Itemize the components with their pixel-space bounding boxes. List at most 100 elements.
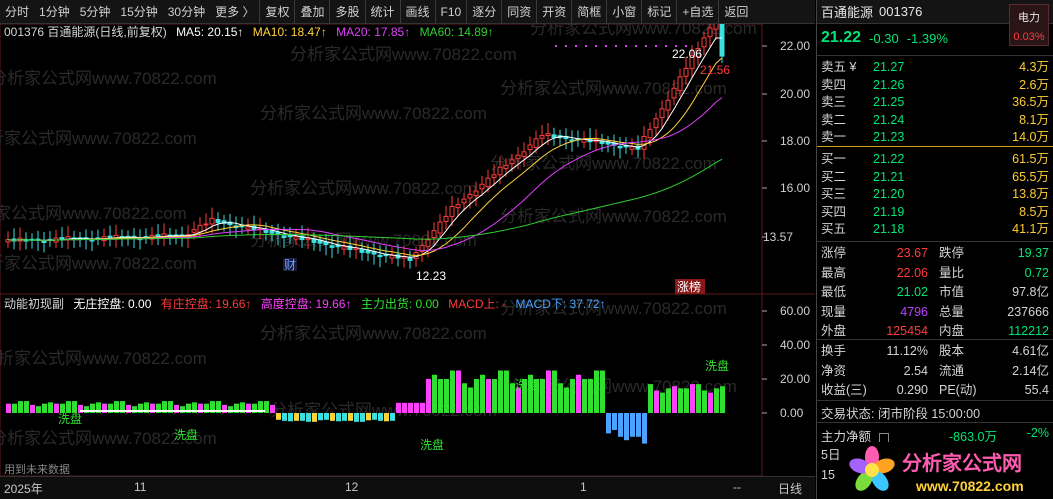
order-book-row[interactable]: 买二 21.21 65.5万 (817, 168, 1053, 186)
candle-body (719, 24, 725, 57)
stat-row: 涨停 23.67 跌停 19.37 (817, 243, 1053, 263)
chart-canvas[interactable]: 分析家公式网www.70822.com 分析家公式网www.70822.com 分析… (0, 24, 815, 476)
order-book-row[interactable]: 买五 21.18 41.1万 (817, 220, 1053, 238)
histogram-bar (36, 406, 41, 413)
candle-body (509, 159, 515, 165)
price-axis-label: 20.00 (780, 87, 810, 101)
histogram-bar (390, 413, 395, 421)
quote-panel: 百通能源 001376 电力 0.03% 21.22 -0.30 -1.39% … (816, 0, 1053, 499)
candle-body (311, 238, 317, 243)
stat-label: 换手 (821, 344, 847, 358)
toolbar-button[interactable]: 多股 (329, 0, 364, 24)
order-level: 买二 (821, 169, 847, 184)
order-book-row[interactable]: 卖三 21.25 36.5万 (817, 93, 1053, 111)
order-book-row[interactable]: 买一 21.22 61.5万 (817, 150, 1053, 168)
toolbar-button[interactable]: 复权 (259, 0, 294, 24)
stat-label: 跌停 (939, 246, 965, 260)
sector-name: 电力 (1018, 12, 1040, 24)
ma60-value: MA60: 14.89↑ (419, 25, 494, 39)
toolbar-button[interactable]: 逐分 (466, 0, 501, 24)
histogram-bar (594, 370, 599, 413)
histogram-bar (378, 413, 383, 421)
toolbar-button[interactable]: 15分钟 (115, 0, 162, 24)
histogram-bar (684, 388, 689, 413)
order-book-row[interactable]: 卖五 ¥ 21.27 4.3万 (817, 58, 1053, 76)
candle-body (491, 174, 497, 179)
histogram-bar (294, 413, 299, 421)
toolbar-button[interactable]: 叠加 (294, 0, 329, 24)
candle-body (443, 215, 449, 223)
candle-body (653, 118, 659, 129)
histogram-bar (708, 392, 713, 413)
toolbar-button[interactable]: 小窗 (606, 0, 641, 24)
candle-body (629, 146, 635, 150)
toolbar-button[interactable]: 更多 〉 (210, 0, 259, 24)
net-flow-row[interactable]: 主力净额 -863.0万 -2% (821, 426, 1053, 444)
order-price: 21.21 (873, 169, 905, 184)
histogram-bar (540, 379, 545, 413)
chart-area[interactable]: 分析家公式网www.70822.com 分析家公式网www.70822.com 分析… (0, 24, 815, 476)
toolbar-button[interactable]: 开资 (536, 0, 571, 24)
logo-text: 分析家公式网 (902, 451, 1022, 475)
sub-md: MACD下: 37.72↑ (515, 297, 606, 311)
price-axis-label: 18.00 (780, 134, 810, 148)
candle-body (503, 164, 509, 169)
future-data-note: 用到未来数据 (4, 464, 70, 476)
watermark-text: 分析家公式网www.70822.com (260, 324, 487, 343)
candle-body (659, 108, 665, 119)
candle-body (197, 224, 203, 233)
period-tab[interactable]: 日线 (778, 480, 802, 497)
toolbar-button[interactable]: F10 (434, 0, 467, 24)
toolbar-button[interactable]: 返回 (718, 0, 753, 24)
histogram-bar (432, 374, 437, 413)
order-level: 买三 (821, 187, 847, 202)
candle-body (317, 240, 323, 244)
toolbar-button[interactable]: 同资 (501, 0, 536, 24)
histogram-bar (438, 379, 443, 413)
toolbar-button[interactable]: 标记 (641, 0, 676, 24)
order-level: 卖四 (821, 77, 847, 92)
histogram-bar (630, 413, 635, 437)
order-volume: 2.6万 (1019, 77, 1049, 92)
histogram-bar (468, 387, 473, 413)
toolbar-button[interactable]: 5分钟 (75, 0, 116, 24)
stat-row: 最高 22.06 量比 0.72 (817, 263, 1053, 283)
order-book-row[interactable]: 买三 21.20 13.8万 (817, 185, 1053, 203)
candle-body (617, 145, 623, 149)
histogram-bar (564, 387, 569, 413)
signal-dot (615, 45, 617, 47)
candle-body (41, 240, 47, 243)
sector-badge[interactable]: 电力 0.03% (1009, 4, 1049, 46)
toolbar-button[interactable]: +自选 (676, 0, 718, 24)
xipan-label: 洗盘 (174, 427, 198, 442)
candle-body (545, 133, 551, 137)
order-book-row[interactable]: 卖一 21.23 14.0万 (817, 128, 1053, 146)
order-book-row[interactable]: 卖四 21.26 2.6万 (817, 76, 1053, 94)
histogram-bar (612, 413, 617, 430)
toolbar-button[interactable]: 1分钟 (34, 0, 75, 24)
order-volume: 8.1万 (1019, 112, 1049, 127)
order-book-row[interactable]: 卖二 21.24 8.1万 (817, 111, 1053, 129)
order-level: 买四 (821, 204, 847, 219)
toolbar-button[interactable]: 简框 (571, 0, 606, 24)
order-book-row[interactable]: 买四 21.19 8.5万 (817, 203, 1053, 221)
order-price: 21.22 (873, 152, 905, 166)
order-volume: 4.3万 (1019, 60, 1049, 74)
toolbar-button[interactable]: 30分钟 (163, 0, 210, 24)
candle-body (425, 239, 431, 248)
xaxis-dash: -- (733, 480, 741, 494)
histogram-bar (696, 384, 701, 413)
signal-dot (595, 45, 597, 47)
toolbar-button[interactable]: 分时 (0, 0, 34, 24)
histogram-bar (660, 392, 665, 413)
stat-value: 55.4 (1024, 383, 1049, 398)
candle-body (389, 254, 395, 259)
stat-value: 22.06 (896, 265, 928, 280)
toolbar-button[interactable]: 统计 (364, 0, 400, 24)
histogram-bar (666, 388, 671, 413)
candle-body (449, 205, 455, 217)
candle-body (551, 134, 557, 138)
toolbar-button[interactable]: 画线 (399, 0, 435, 24)
order-level: 买五 (821, 222, 847, 237)
stat-value: 4.61亿 (1012, 344, 1049, 358)
